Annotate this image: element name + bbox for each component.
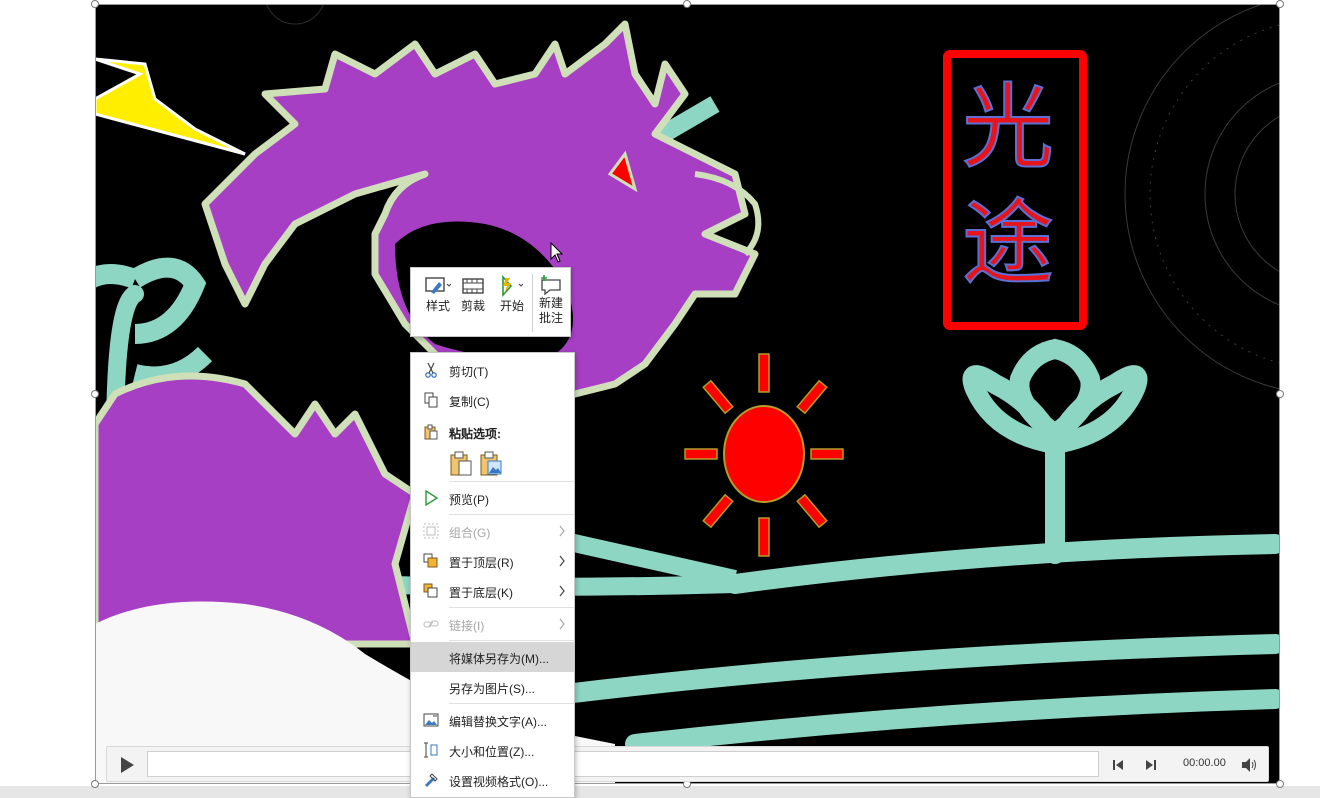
copy-icon [424, 392, 438, 408]
resize-handle-top-left[interactable] [91, 0, 99, 8]
menu-item-save-as-picture[interactable]: 另存为图片(S)... [411, 672, 574, 702]
volume-icon[interactable] [1240, 757, 1258, 773]
start-button[interactable]: 开始 [493, 270, 531, 334]
mini-toolbar: 样式 剪裁 开始 新建 批注 [410, 267, 571, 337]
menu-separator [449, 607, 574, 608]
menu-separator [449, 514, 574, 515]
new-comment-icon [541, 275, 561, 296]
crop-button[interactable]: 剪裁 [455, 270, 491, 334]
resize-handle-top-right[interactable] [1276, 0, 1284, 8]
play-icon[interactable] [117, 755, 137, 775]
menu-item-cut[interactable]: 剪切(T) [411, 355, 574, 385]
menu-separator [449, 640, 574, 641]
paste-keep-source-icon[interactable] [449, 451, 473, 477]
resize-handle-bottom-left[interactable] [91, 780, 99, 788]
chevron-right-icon [559, 525, 565, 537]
paste-as-picture-icon[interactable] [479, 451, 503, 477]
video-artwork [95, 4, 1280, 784]
lightning-bolt [95, 57, 246, 156]
chevron-right-icon [559, 585, 565, 597]
menu-separator [449, 703, 574, 704]
new-comment-button[interactable]: 新建 批注 [535, 270, 567, 334]
context-menu: 剪切(T) 复制(C) 粘贴选项: 预览(P) 组合(G) 置于顶层(R) 置于… [410, 352, 575, 798]
video-controls: 00:00.00 [106, 746, 1269, 782]
start-lightning-icon [502, 274, 524, 298]
chevron-right-icon [559, 555, 565, 567]
style-button[interactable]: 样式 [417, 270, 459, 334]
menu-item-size-and-position[interactable]: 大小和位置(Z)... [411, 735, 574, 765]
resize-handle-top[interactable] [683, 0, 691, 8]
menu-item-send-to-back[interactable]: 置于底层(K) [411, 576, 574, 606]
bring-to-front-icon [423, 553, 438, 568]
menu-item-paste-options: 粘贴选项: [411, 417, 574, 447]
video-frame[interactable]: 光 途 [95, 4, 1280, 784]
sprout-right [555, 338, 1280, 754]
menu-item-format-video[interactable]: 设置视频格式(O)... [411, 765, 574, 795]
dial-decoration [1124, 4, 1280, 390]
dial-top-left-decoration [266, 4, 324, 25]
menu-item-save-media-as[interactable]: 将媒体另存为(M)... [411, 642, 574, 672]
mouse-cursor-icon [550, 242, 564, 263]
resize-handle-left[interactable] [91, 390, 99, 398]
send-to-back-icon [423, 583, 438, 598]
toolbar-separator [532, 274, 533, 332]
title-char-1: 光 [961, 74, 1055, 181]
group-icon [423, 523, 439, 539]
size-position-icon [424, 742, 438, 758]
chevron-right-icon [559, 618, 565, 630]
style-icon [425, 277, 452, 294]
menu-item-group[interactable]: 组合(G) [411, 516, 574, 546]
play-icon [425, 490, 439, 506]
progress-track[interactable] [147, 751, 1099, 777]
title-char-2: 途 [961, 190, 1055, 297]
status-strip [0, 786, 1320, 798]
menu-item-link[interactable]: 链接(I) [411, 609, 574, 639]
resize-handle-right[interactable] [1276, 390, 1284, 398]
time-readout: 00:00.00 [1183, 757, 1226, 769]
paste-icon [424, 424, 438, 440]
menu-item-preview[interactable]: 预览(P) [411, 483, 574, 513]
menu-item-bring-to-front[interactable]: 置于顶层(R) [411, 546, 574, 576]
scissors-icon [425, 362, 437, 378]
alt-text-icon [423, 713, 439, 727]
paste-option-buttons [449, 451, 509, 479]
step-forward-icon[interactable] [1143, 757, 1159, 773]
menu-item-copy[interactable]: 复制(C) [411, 385, 574, 415]
crop-video-icon [462, 278, 484, 294]
sun [684, 353, 844, 557]
resize-handle-bottom-right[interactable] [1276, 780, 1284, 788]
menu-item-edit-alt-text[interactable]: 编辑替换文字(A)... [411, 705, 574, 735]
link-icon [423, 620, 439, 628]
step-back-icon[interactable] [1110, 757, 1126, 773]
format-video-icon [425, 773, 438, 787]
menu-separator [449, 481, 574, 482]
